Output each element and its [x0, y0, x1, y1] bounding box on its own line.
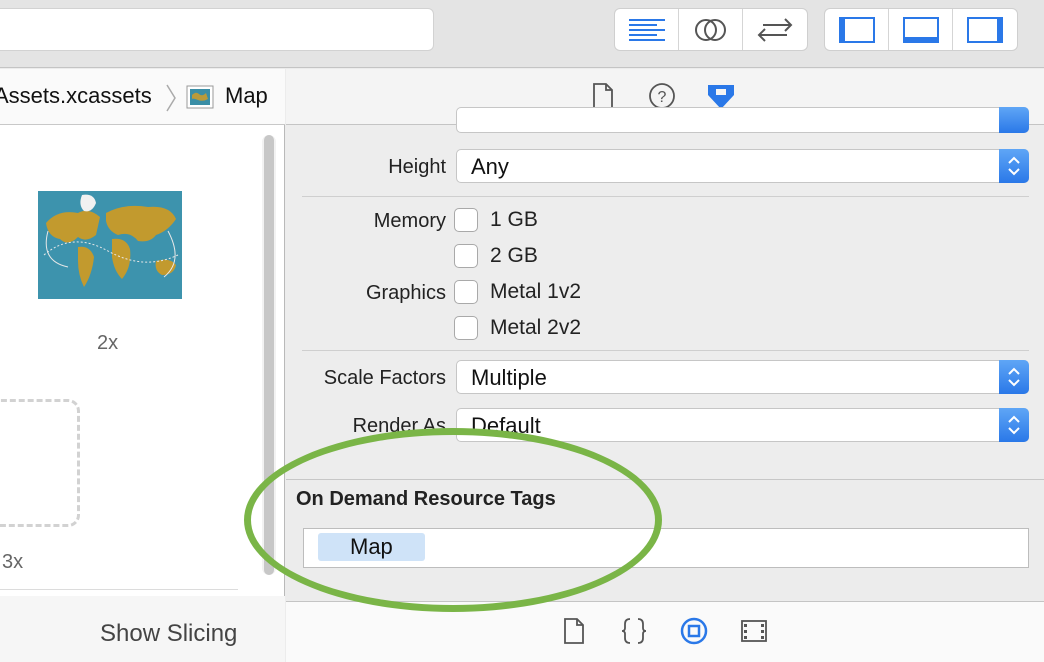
memory-label: Memory [373, 210, 446, 232]
activity-field [0, 8, 434, 51]
vertical-scrollbar[interactable] [262, 135, 276, 575]
checkbox-label: 1 GB [490, 208, 538, 231]
scale-label-3x: 3x [2, 551, 24, 573]
map-image-thumbnail[interactable] [38, 191, 182, 299]
image-set-icon [186, 85, 214, 109]
width-class-popup[interactable] [456, 107, 1029, 133]
breadcrumb-folder[interactable]: Assets.xcassets [0, 83, 152, 109]
standard-editor-button[interactable] [615, 9, 679, 50]
divider [0, 589, 238, 590]
up-down-arrows-icon [999, 408, 1029, 442]
render-as-value: Default [471, 413, 541, 438]
popup-stepper [999, 107, 1029, 133]
scale-factors-label: Scale Factors [323, 367, 446, 389]
jump-bar: Assets.xcassets Map [0, 69, 285, 125]
debug-area-toggle-icon [902, 16, 939, 43]
version-editor-button[interactable] [743, 9, 807, 50]
attributes-inspector: ? Height Any Memory 1 GB 2 GB Graphics M… [286, 69, 1044, 662]
utilities-toggle-button[interactable] [953, 9, 1017, 50]
chevron-right-icon [166, 84, 176, 112]
media-library-icon[interactable] [740, 616, 768, 646]
height-value: Any [471, 154, 509, 179]
render-as-popup[interactable]: Default [456, 408, 1029, 442]
section-title: On Demand Resource Tags [296, 488, 556, 510]
on-demand-resource-tags-section: On Demand Resource Tags Map [286, 479, 1044, 601]
scroll-thumb[interactable] [264, 135, 274, 575]
show-slicing-button[interactable]: Show Slicing [0, 596, 285, 662]
show-slicing-label: Show Slicing [100, 620, 238, 647]
memory-2gb-checkbox[interactable]: 2 GB [454, 243, 538, 269]
asset-catalog-editor: Assets.xcassets Map 2x 3x versal Show Sl… [0, 69, 285, 662]
editor-mode-control [614, 8, 808, 51]
graphics-metal-2v2-checkbox[interactable]: Metal 2v2 [454, 315, 581, 341]
up-down-arrows-icon [999, 360, 1029, 394]
debug-area-toggle-button[interactable] [889, 9, 953, 50]
code-snippet-icon[interactable] [620, 616, 648, 646]
version-editor-icon [757, 17, 793, 42]
tag-token[interactable]: Map [318, 533, 425, 561]
scale-factors-value: Multiple [471, 365, 547, 390]
navigator-toggle-button[interactable] [825, 9, 889, 50]
checkbox-box[interactable] [454, 280, 478, 304]
empty-3x-slot[interactable] [0, 399, 80, 527]
height-popup[interactable]: Any [456, 149, 1029, 183]
height-label: Height [388, 156, 446, 178]
checkbox-box[interactable] [454, 244, 478, 268]
breadcrumb-item[interactable]: Map [225, 83, 268, 109]
checkbox-label: Metal 1v2 [490, 280, 582, 303]
library-selector-bar [286, 601, 1044, 662]
graphics-metal-1v2-checkbox[interactable]: Metal 1v2 [454, 279, 581, 305]
up-down-arrows-icon [999, 149, 1029, 183]
divider [302, 196, 1029, 197]
toolbar [0, 0, 1044, 68]
scale-factors-popup[interactable]: Multiple [456, 360, 1029, 394]
tags-token-field[interactable]: Map [303, 528, 1029, 568]
object-library-icon[interactable] [680, 616, 708, 646]
assistant-editor-icon [694, 18, 726, 41]
file-template-icon[interactable] [560, 616, 588, 646]
divider [302, 350, 1029, 351]
checkbox-label: 2 GB [490, 244, 538, 267]
scale-label-2x: 2x [97, 332, 119, 354]
checkbox-box[interactable] [454, 316, 478, 340]
assistant-editor-button[interactable] [679, 9, 743, 50]
align-left-icon [628, 18, 665, 41]
checkbox-box[interactable] [454, 208, 478, 232]
utilities-toggle-icon [967, 16, 1003, 43]
graphics-label: Graphics [365, 282, 446, 304]
view-toggle-control [824, 8, 1018, 51]
memory-1gb-checkbox[interactable]: 1 GB [454, 207, 538, 233]
svg-text:?: ? [658, 89, 667, 106]
navigator-toggle-icon [838, 16, 875, 43]
render-as-label: Render As [352, 415, 446, 437]
checkbox-label: Metal 2v2 [490, 316, 582, 339]
